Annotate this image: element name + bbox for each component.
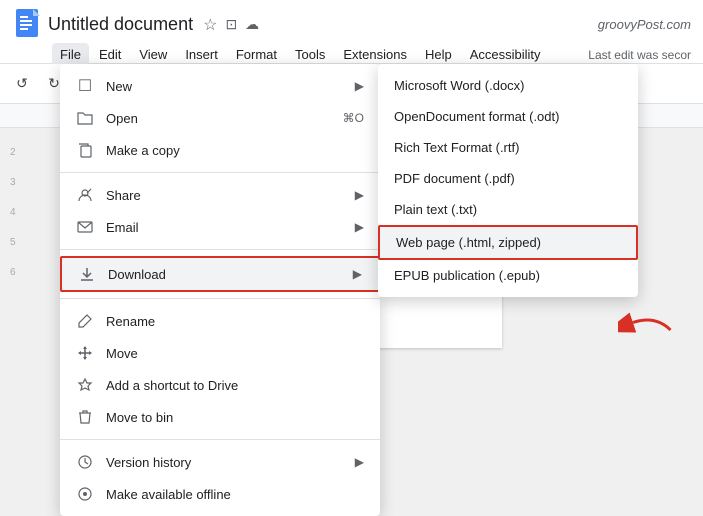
- submenu-item-html-label: Web page (.html, zipped): [396, 235, 541, 250]
- doc-title[interactable]: Untitled document: [48, 14, 193, 35]
- page-num-2: 2: [10, 148, 16, 158]
- page-numbers: 2 3 4 5 6: [10, 148, 16, 278]
- docs-logo: [12, 8, 42, 41]
- page-num-6: 6: [10, 268, 16, 278]
- email-arrow-icon: ▶: [355, 220, 364, 234]
- bin-icon: [76, 408, 94, 426]
- submenu-item-pdf-label: PDF document (.pdf): [394, 171, 515, 186]
- menu-item-rename[interactable]: Rename: [60, 305, 380, 337]
- menu-item-download-label: Download: [108, 267, 333, 282]
- submenu-item-rtf-label: Rich Text Format (.rtf): [394, 140, 519, 155]
- submenu-item-pdf[interactable]: PDF document (.pdf): [378, 163, 638, 194]
- undo-button[interactable]: ↺: [8, 70, 36, 98]
- menu-item-make-copy[interactable]: Make a copy: [60, 134, 380, 166]
- divider-group-2: [60, 249, 380, 250]
- menu-item-new-label: New: [106, 79, 335, 94]
- menu-item-open[interactable]: Open ⌘O: [60, 102, 380, 134]
- menu-format[interactable]: Format: [228, 43, 285, 66]
- submenu-item-epub[interactable]: EPUB publication (.epub): [378, 260, 638, 291]
- file-menu-dropdown: ☐ New ▶ Open ⌘O Make a copy Share ▶ Emai…: [60, 64, 380, 516]
- page-num-5: 5: [10, 238, 16, 248]
- menu-help[interactable]: Help: [417, 43, 460, 66]
- menu-item-move-bin-label: Move to bin: [106, 410, 364, 425]
- submenu-item-txt[interactable]: Plain text (.txt): [378, 194, 638, 225]
- email-icon: [76, 218, 94, 236]
- divider-group-1: [60, 172, 380, 173]
- menu-item-add-shortcut-label: Add a shortcut to Drive: [106, 378, 364, 393]
- offline-icon: [76, 485, 94, 503]
- history-icon: [76, 453, 94, 471]
- rename-icon: [76, 312, 94, 330]
- groovy-post: groovyPost.com: [598, 17, 691, 32]
- menu-item-new[interactable]: ☐ New ▶: [60, 70, 380, 102]
- menu-item-make-copy-label: Make a copy: [106, 143, 364, 158]
- menu-item-email-label: Email: [106, 220, 335, 235]
- menu-accessibility[interactable]: Accessibility: [462, 43, 549, 66]
- menu-item-version-history-label: Version history: [106, 455, 335, 470]
- open-icon: [76, 109, 94, 127]
- page-num-3: 3: [10, 178, 16, 188]
- menu-row: File Edit View Insert Format Tools Exten…: [0, 43, 703, 66]
- download-submenu: Microsoft Word (.docx) OpenDocument form…: [378, 64, 638, 297]
- submenu-item-html[interactable]: Web page (.html, zipped): [378, 225, 638, 260]
- menu-tools[interactable]: Tools: [287, 43, 333, 66]
- submenu-item-epub-label: EPUB publication (.epub): [394, 268, 540, 283]
- menu-insert[interactable]: Insert: [177, 43, 226, 66]
- menu-item-rename-label: Rename: [106, 314, 364, 329]
- title-icons: ☆ ⊡ ☁: [203, 15, 259, 35]
- last-edit-text: Last edit was secor: [588, 48, 691, 62]
- copy-icon: [76, 141, 94, 159]
- title-row: Untitled document ☆ ⊡ ☁ groovyPost.com: [0, 0, 703, 43]
- menu-edit[interactable]: Edit: [91, 43, 129, 66]
- submenu-item-rtf[interactable]: Rich Text Format (.rtf): [378, 132, 638, 163]
- menu-item-share[interactable]: Share ▶: [60, 179, 380, 211]
- folder-icon[interactable]: ⊡: [225, 16, 237, 33]
- menu-view[interactable]: View: [131, 43, 175, 66]
- divider-group-4: [60, 439, 380, 440]
- share-arrow-icon: ▶: [355, 188, 364, 202]
- history-arrow-icon: ▶: [355, 455, 364, 469]
- menu-item-move-label: Move: [106, 346, 364, 361]
- download-arrow-icon: ▶: [353, 267, 362, 281]
- move-icon: [76, 344, 94, 362]
- download-icon: [78, 265, 96, 283]
- menu-item-make-available-label: Make available offline: [106, 487, 364, 502]
- new-arrow-icon: ▶: [355, 79, 364, 93]
- menu-item-email[interactable]: Email ▶: [60, 211, 380, 243]
- share-icon: [76, 186, 94, 204]
- menu-item-version-history[interactable]: Version history ▶: [60, 446, 380, 478]
- star-icon[interactable]: ☆: [203, 15, 217, 35]
- app-bar: Untitled document ☆ ⊡ ☁ groovyPost.com F…: [0, 0, 703, 64]
- submenu-item-docx[interactable]: Microsoft Word (.docx): [378, 70, 638, 101]
- submenu-item-odt-label: OpenDocument format (.odt): [394, 109, 559, 124]
- shortcut-icon: [76, 376, 94, 394]
- menu-item-open-label: Open: [106, 111, 331, 126]
- menu-item-move-bin[interactable]: Move to bin: [60, 401, 380, 433]
- submenu-item-docx-label: Microsoft Word (.docx): [394, 78, 525, 93]
- submenu-item-odt[interactable]: OpenDocument format (.odt): [378, 101, 638, 132]
- menu-item-add-shortcut[interactable]: Add a shortcut to Drive: [60, 369, 380, 401]
- divider-group-3: [60, 298, 380, 299]
- menu-item-move[interactable]: Move: [60, 337, 380, 369]
- open-shortcut: ⌘O: [343, 111, 364, 125]
- red-arrow-indicator: [618, 305, 678, 355]
- menu-item-make-available[interactable]: Make available offline: [60, 478, 380, 510]
- menu-file[interactable]: File: [52, 43, 89, 66]
- cloud-icon[interactable]: ☁: [245, 16, 259, 33]
- menu-item-download[interactable]: Download ▶: [60, 256, 380, 292]
- new-icon: ☐: [76, 77, 94, 95]
- menu-extensions[interactable]: Extensions: [335, 43, 415, 66]
- page-num-4: 4: [10, 208, 16, 218]
- submenu-item-txt-label: Plain text (.txt): [394, 202, 477, 217]
- menu-item-share-label: Share: [106, 188, 335, 203]
